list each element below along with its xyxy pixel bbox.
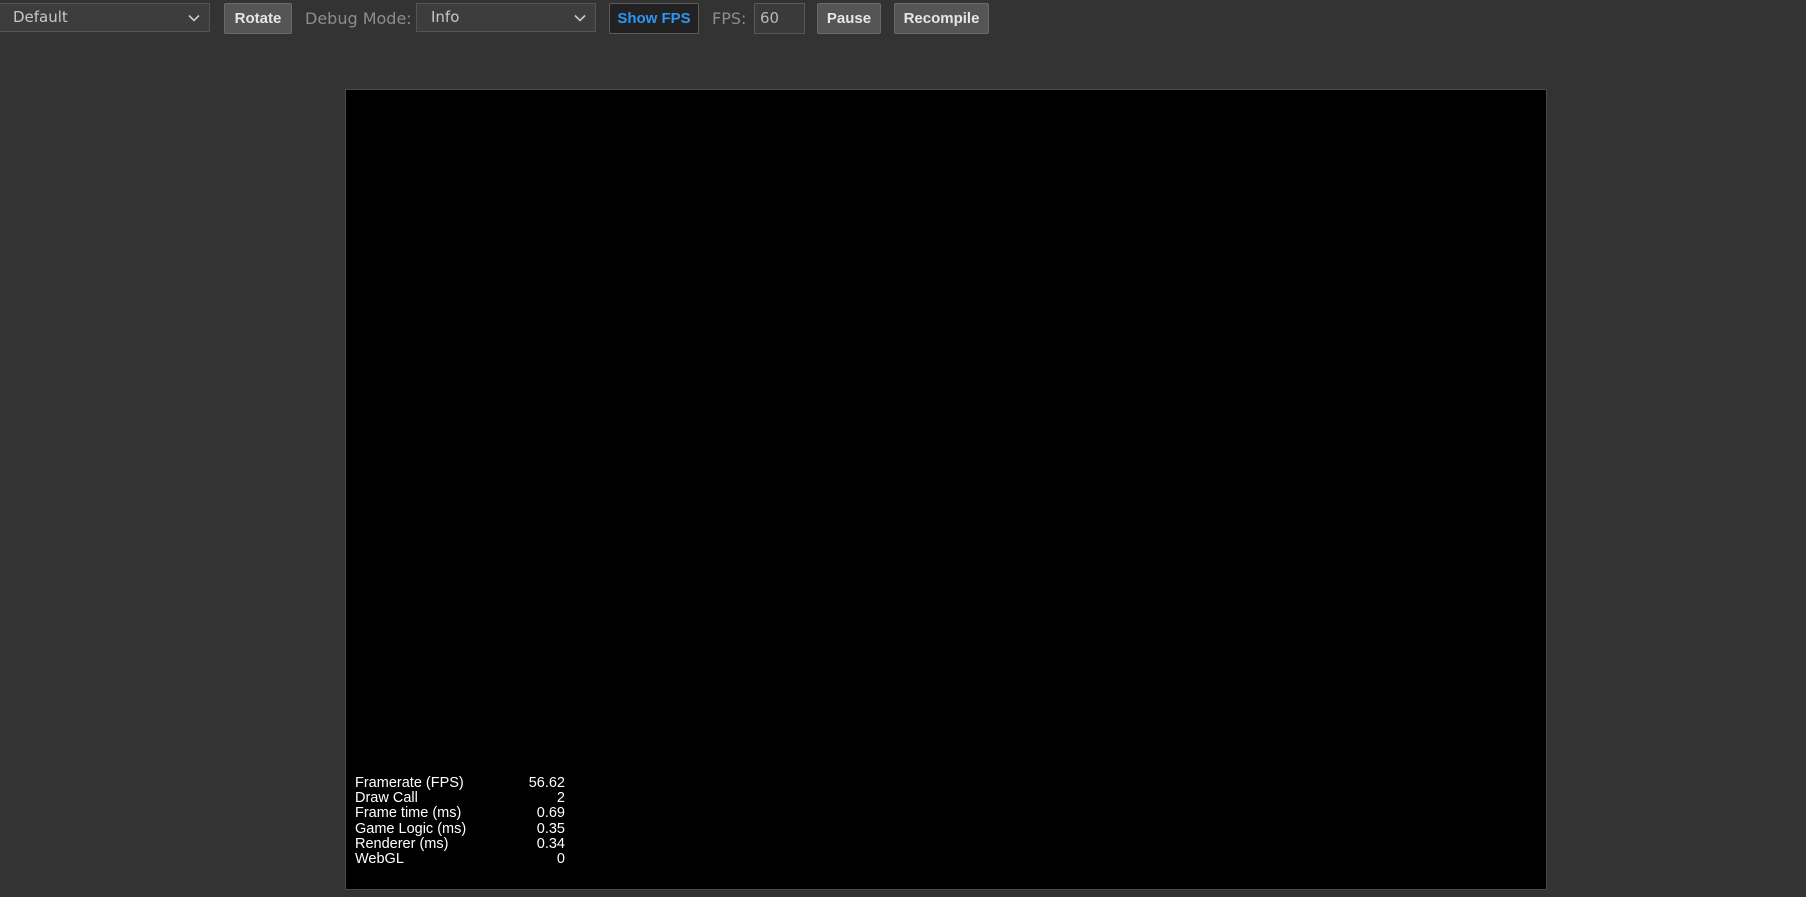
show-fps-button[interactable]: Show FPS [609,3,699,34]
chevron-down-icon [188,14,200,22]
recompile-button[interactable]: Recompile [894,3,989,34]
fps-label: FPS: [712,9,747,28]
debug-mode-select-value: Info [431,8,460,26]
stat-label: Renderer (ms) [355,835,449,852]
scene-select-value: Default [13,8,68,26]
rotate-button[interactable]: Rotate [224,3,292,34]
stat-label: Draw Call [355,790,418,807]
stat-label: WebGL [355,850,404,867]
stat-row: Frame time (ms) 0.69 [355,806,565,821]
stats-overlay: Framerate (FPS) 56.62 Draw Call 2 Frame … [355,775,565,867]
stat-label: Frame time (ms) [355,805,462,822]
stat-row: Draw Call 2 [355,790,565,807]
stat-label: Framerate (FPS) [355,775,464,791]
stat-row: Game Logic (ms) 0.35 [355,820,565,837]
debug-mode-select[interactable]: Info [416,3,596,32]
stat-row: Renderer (ms) 0.34 [355,835,565,852]
pause-button[interactable]: Pause [817,3,881,34]
toolbar: Default Rotate Debug Mode: Info Show FPS… [0,0,1806,40]
fps-input[interactable]: 60 [754,3,805,34]
debug-mode-label: Debug Mode: [305,9,412,28]
stat-value: 0.34 [536,835,565,852]
stat-label: Game Logic (ms) [355,820,467,837]
stat-value: 0.69 [536,805,565,822]
scene-select[interactable]: Default [0,3,210,32]
stat-row: WebGL 0 [355,850,565,867]
stat-value: 0 [556,850,565,867]
stat-value: 2 [556,790,565,807]
chevron-down-icon [574,14,586,22]
stat-value: 0.35 [536,820,565,837]
game-canvas[interactable]: Framerate (FPS) 56.62 Draw Call 2 Frame … [345,89,1547,890]
stat-value: 56.62 [528,775,565,791]
stat-row: Framerate (FPS) 56.62 [355,775,565,791]
